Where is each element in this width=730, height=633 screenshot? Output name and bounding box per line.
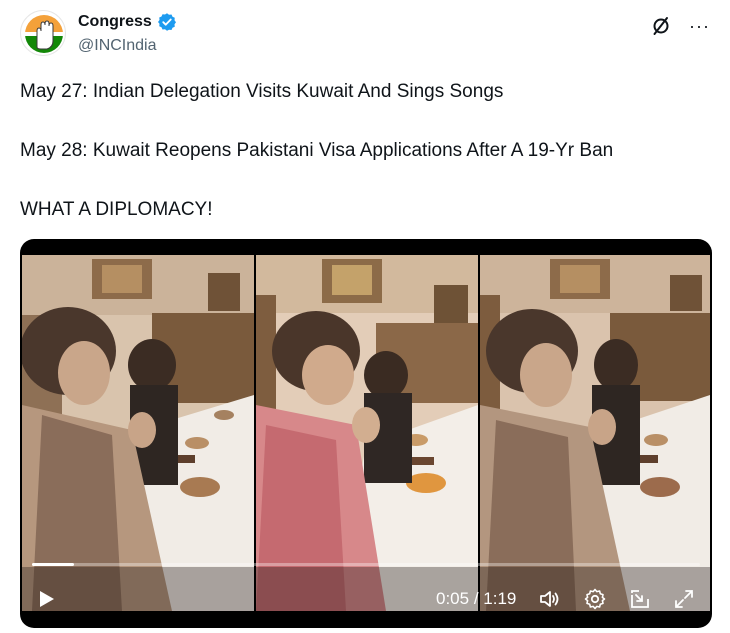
- tweet-line-1: May 27: Indian Delegation Visits Kuwait …: [20, 81, 504, 102]
- author-name-row[interactable]: Congress: [78, 12, 177, 32]
- video-controls: 0:05 / 1:19: [20, 557, 712, 628]
- video-player[interactable]: 0:05 / 1:19: [20, 239, 712, 628]
- video-time: 0:05 / 1:19: [436, 589, 516, 609]
- time-separator: /: [469, 589, 484, 608]
- video-progress-fill: [32, 563, 75, 566]
- verified-badge-icon[interactable]: [157, 12, 177, 32]
- tweet-text: May 27: Indian Delegation Visits Kuwait …: [20, 80, 710, 221]
- gear-icon[interactable]: [583, 587, 607, 611]
- current-time: 0:05: [436, 589, 470, 608]
- grok-icon[interactable]: [651, 16, 671, 36]
- video-progress-bar[interactable]: [32, 563, 700, 566]
- tweet-header: Congress @INCIndia ···: [20, 10, 710, 62]
- congress-hand-logo-icon: [25, 15, 63, 53]
- author-handle[interactable]: @INCIndia: [78, 37, 157, 55]
- more-options-icon[interactable]: ···: [689, 16, 710, 36]
- avatar[interactable]: [20, 10, 66, 56]
- duration: 1:19: [483, 589, 517, 608]
- tweet-line-3: WHAT A DIPLOMACY!: [20, 199, 213, 220]
- tweet-line-2: May 28: Kuwait Reopens Pakistani Visa Ap…: [20, 140, 614, 161]
- top-actions: ···: [651, 16, 710, 36]
- volume-icon[interactable]: [538, 587, 562, 611]
- author-display-name[interactable]: Congress: [78, 13, 152, 31]
- picture-in-picture-icon[interactable]: [628, 587, 652, 611]
- fullscreen-icon[interactable]: [672, 587, 696, 611]
- play-icon[interactable]: [34, 587, 58, 611]
